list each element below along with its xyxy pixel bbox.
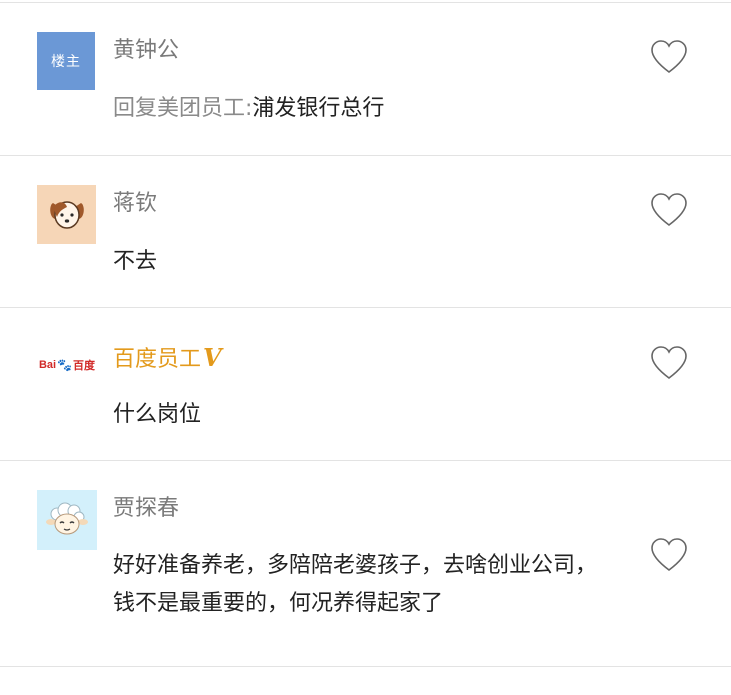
baidu-logo: Bai 🐾 百度 (38, 357, 96, 372)
owner-badge-avatar[interactable]: 楼主 (37, 32, 95, 90)
dog-avatar[interactable] (37, 185, 96, 244)
heart-outline-icon (651, 40, 687, 74)
like-button[interactable] (650, 39, 688, 75)
comment-item: 贾探春 好好准备养老，多陪陪老婆孩子，去啥创业公司，钱不是最重要的，何况养得起家… (0, 461, 731, 667)
heart-outline-icon (651, 193, 687, 227)
comment-text: 好好准备养老，多陪陪老婆孩子，去啥创业公司，钱不是最重要的，何况养得起家了 (113, 553, 598, 616)
comment-author[interactable]: 贾探春 (113, 495, 179, 523)
comment-text: 回复美团员工:浦发银行总行 (113, 90, 613, 128)
comment-author[interactable]: 黄钟公 (113, 37, 179, 65)
sheep-face-icon (46, 502, 88, 535)
reply-prefix: 回复美团员工: (113, 96, 253, 121)
heart-outline-icon (651, 538, 687, 572)
comment-text: 不去 (113, 249, 158, 274)
comment-item: Bai 🐾 百度 百度员工V 什么岗位 (0, 308, 731, 461)
comment-author[interactable]: 蒋钦 (113, 190, 157, 218)
comment-body: 浦发银行总行 (252, 96, 385, 121)
like-button[interactable] (650, 192, 688, 228)
owner-badge-label: 楼主 (51, 54, 81, 70)
baidu-logo-avatar[interactable]: Bai 🐾 百度 (37, 337, 97, 392)
comment-author[interactable]: 百度员工V (113, 344, 222, 374)
sheep-avatar[interactable] (37, 490, 97, 550)
like-button[interactable] (650, 537, 688, 573)
comment-item: 楼主 黄钟公 回复美团员工:浦发银行总行 (0, 3, 731, 156)
dog-face-icon (49, 200, 84, 229)
verified-v-icon: V (203, 343, 222, 372)
like-button[interactable] (650, 345, 688, 381)
comment-text: 什么岗位 (113, 402, 202, 427)
comment-item: 蒋钦 不去 (0, 156, 731, 308)
heart-outline-icon (651, 346, 687, 380)
baidu-paw-icon: 🐾 (57, 357, 73, 372)
